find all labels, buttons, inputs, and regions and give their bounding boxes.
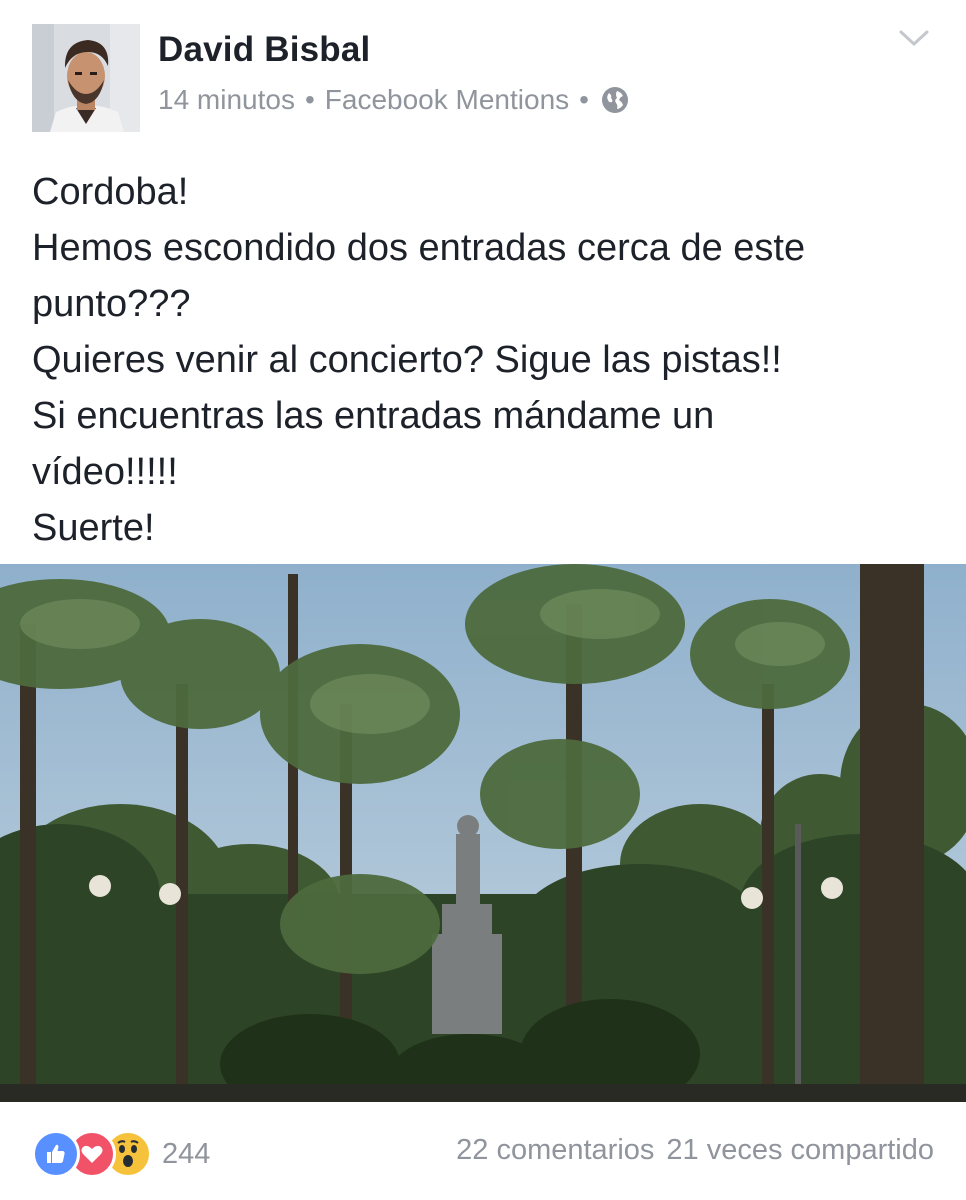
globe-icon[interactable] [601,86,629,114]
engagement-stats: 22 comentarios 21 veces compartido [456,1134,934,1167]
post-timestamp[interactable]: 14 minutos [158,84,295,116]
chevron-down-icon[interactable] [898,28,930,48]
meta-separator: • [304,84,315,115]
post-text-line: Si encuentras las entradas mándame un [32,395,715,437]
photo-palm-park [0,564,966,1102]
post-via[interactable]: Facebook Mentions [325,84,569,116]
post-meta: 14 minutos • Facebook Mentions • [158,84,629,116]
meta-separator: • [579,84,589,115]
avatar[interactable] [32,24,140,132]
post-text-line: Cordoba! [32,171,189,213]
post-photo[interactable] [0,564,966,1102]
post-footer: 244 22 comentarios 21 veces compartido [0,1102,966,1200]
post-text-line: Suerte! [32,507,155,549]
comments-count-link[interactable]: 22 comentarios [456,1134,654,1167]
post-text: Cordoba! Hemos escondido dos entradas ce… [32,164,932,556]
post-text-line: punto??? [32,283,191,325]
shares-count-link[interactable]: 21 veces compartido [666,1134,934,1167]
post-text-line: vídeo!!!!! [32,451,178,493]
reaction-count: 244 [162,1137,211,1170]
post-text-line: Quieres venir al concierto? Sigue las pi… [32,339,782,381]
like-icon [32,1130,80,1178]
avatar-image [32,24,140,132]
post-text-line: Hemos escondido dos entradas cerca de es… [32,227,806,269]
author-name[interactable]: David Bisbal [158,30,370,70]
reactions-summary[interactable]: 244 [32,1130,210,1178]
